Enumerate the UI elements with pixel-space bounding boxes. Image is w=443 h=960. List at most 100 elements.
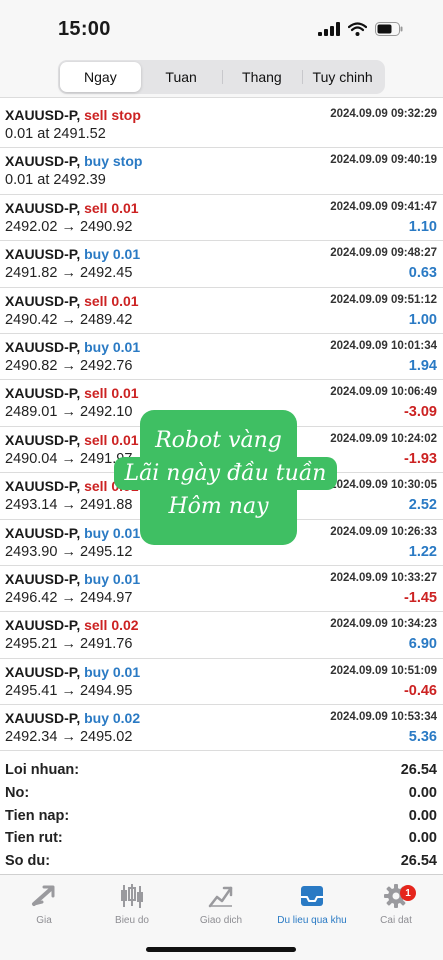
tab-history-label: Du lieu qua khu — [277, 915, 347, 926]
order-prices: 0.01 at 2492.39 — [5, 172, 106, 189]
symbol-name: XAUUSD-P, — [5, 199, 81, 216]
order-time: 2024.09.09 10:26:33 — [330, 525, 437, 538]
order-time: 2024.09.09 10:30:05 — [330, 479, 437, 492]
order-action: sell stop — [84, 107, 141, 123]
symbol-name: XAUUSD-P, — [5, 524, 81, 541]
summary-label: Loi nhuan: — [5, 762, 80, 778]
tab-week[interactable]: Tuan — [141, 62, 222, 92]
order-prices: 2492.34 → 2495.02 — [5, 729, 133, 746]
order-time: 2024.09.09 10:33:27 — [330, 571, 437, 584]
bottom-tab-bar: Gia Bieu do Giao dich Du lieu qua khu 1 … — [0, 874, 443, 960]
order-row[interactable]: XAUUSD-P, buy 0.01 2024.09.09 10:33:27 249… — [0, 566, 443, 613]
summary-value: 0.00 — [408, 807, 437, 824]
order-time: 2024.09.09 10:24:02 — [330, 432, 437, 445]
order-prices: 2490.42 → 2489.42 — [5, 311, 133, 328]
symbol-name: XAUUSD-P, — [5, 292, 81, 309]
order-profit: 2.52 — [408, 497, 437, 514]
summary-row: Loi nhuan: 26.54 — [0, 760, 443, 783]
status-icons — [318, 22, 403, 36]
clock: 15:00 — [58, 18, 111, 40]
order-action: sell 0.01 — [84, 199, 139, 216]
order-profit: 1.22 — [408, 543, 437, 560]
order-prices: 2493.14 → 2491.88 — [5, 497, 133, 514]
order-row[interactable]: XAUUSD-P, sell stop 2024.09.09 09:32:29 0.… — [0, 102, 443, 149]
symbol-name: XAUUSD-P, — [5, 107, 81, 123]
tab-custom[interactable]: Tuy chinh — [302, 62, 383, 92]
symbol-name: XAUUSD-P, — [5, 431, 81, 448]
tab-month[interactable]: Thang — [221, 62, 303, 92]
order-profit: -1.93 — [403, 450, 437, 467]
summary-value: 0.00 — [408, 784, 437, 801]
order-time: 2024.09.09 09:40:19 — [330, 154, 437, 167]
symbol-name: XAUUSD-P, — [5, 153, 81, 170]
home-indicator[interactable] — [146, 947, 296, 952]
order-profit: 1.94 — [408, 357, 437, 374]
tab-chart[interactable]: Bieu do — [92, 881, 172, 926]
order-prices: 2492.02 → 2490.92 — [5, 218, 133, 235]
order-time: 2024.09.09 10:51:09 — [330, 664, 437, 677]
order-profit: 6.90 — [408, 636, 437, 653]
order-prices: 2495.21 → 2491.76 — [5, 636, 133, 653]
order-time: 2024.09.09 09:32:29 — [330, 108, 437, 120]
tab-history[interactable]: Du lieu qua khu — [268, 881, 356, 926]
order-action: sell 0.01 — [84, 385, 139, 402]
tab-day[interactable]: Ngay — [60, 62, 141, 92]
summary-value: 0.00 — [408, 830, 437, 847]
order-prices: 0.01 at 2491.52 — [5, 126, 106, 142]
promo-line-3: Hôm nay — [168, 494, 269, 519]
tab-quotes-label: Gia — [36, 915, 52, 926]
tab-chart-label: Bieu do — [115, 915, 149, 926]
order-symbol: XAUUSD-P, buy 0.01 — [5, 571, 140, 587]
symbol-name: XAUUSD-P, — [5, 478, 81, 495]
summary-row: Tien nap: 0.00 — [0, 806, 443, 829]
order-symbol: XAUUSD-P, sell 0.01 — [5, 385, 139, 401]
order-symbol: XAUUSD-P, sell 0.01 — [5, 200, 139, 216]
inbox-history-icon — [301, 886, 323, 906]
wifi-icon — [348, 22, 367, 36]
summary-value: 26.54 — [400, 762, 437, 778]
order-time: 2024.09.09 09:51:12 — [330, 293, 437, 306]
order-row[interactable]: XAUUSD-P, buy 0.02 2024.09.09 10:53:34 249… — [0, 705, 443, 752]
order-symbol: XAUUSD-P, sell 0.01 — [5, 432, 139, 448]
order-symbol: XAUUSD-P, buy 0.01 — [5, 525, 140, 541]
tab-settings[interactable]: 1 Cai dat — [356, 881, 436, 926]
period-segmented-control: Ngay Tuan Thang Tuy chinh — [58, 60, 385, 94]
summary-row: Tien rut: 0.00 — [0, 828, 443, 851]
order-symbol: XAUUSD-P, sell stop — [5, 107, 141, 123]
symbol-name: XAUUSD-P, — [5, 246, 81, 263]
order-row[interactable]: XAUUSD-P, buy 0.01 2024.09.09 10:01:34 249… — [0, 334, 443, 381]
order-row[interactable]: XAUUSD-P, sell 0.02 2024.09.09 10:34:23 24… — [0, 612, 443, 659]
order-row[interactable]: XAUUSD-P, buy 0.01 2024.09.09 10:51:09 249… — [0, 659, 443, 706]
summary-label: Tien rut: — [5, 830, 63, 847]
order-profit: 5.36 — [408, 729, 437, 746]
promo-line-2: Lãi ngày đầu tuần — [114, 457, 337, 490]
summary-label: No: — [5, 784, 30, 801]
tab-trade[interactable]: Giao dich — [181, 881, 261, 926]
trade-chart-icon — [208, 886, 233, 908]
order-row[interactable]: XAUUSD-P, buy 0.01 2024.09.09 09:48:27 249… — [0, 241, 443, 288]
summary-row: So du: 26.54 — [0, 851, 443, 874]
settings-notification-badge: 1 — [400, 885, 416, 901]
tab-settings-label: Cai dat — [380, 915, 412, 926]
order-prices: 2496.42 → 2494.97 — [5, 589, 133, 606]
order-symbol: XAUUSD-P, buy stop — [5, 153, 142, 169]
trend-arrow-icon — [32, 885, 55, 906]
status-bar: 15:00 — [0, 0, 443, 58]
order-symbol: XAUUSD-P, buy 0.01 — [5, 339, 140, 355]
account-summary: Loi nhuan: 26.54 No: 0.00 Tien nap: 0.00 Tien … — [0, 760, 443, 874]
tab-quotes[interactable]: Gia — [4, 881, 84, 926]
order-action: sell 0.01 — [84, 292, 139, 309]
order-action: buy 0.02 — [84, 710, 141, 727]
order-prices: 2489.01 → 2492.10 — [5, 404, 133, 421]
battery-icon — [375, 22, 403, 36]
order-action: buy 0.01 — [84, 246, 141, 263]
promo-line-1: Robot vàng — [155, 428, 282, 453]
order-row[interactable]: XAUUSD-P, sell 0.01 2024.09.09 09:41:47 24… — [0, 195, 443, 242]
order-row[interactable]: XAUUSD-P, buy stop 2024.09.09 09:40:19 0.0… — [0, 148, 443, 195]
order-symbol: XAUUSD-P, sell 0.02 — [5, 617, 139, 633]
symbol-name: XAUUSD-P, — [5, 338, 81, 355]
order-profit: -3.09 — [403, 404, 437, 421]
symbol-name: XAUUSD-P, — [5, 617, 81, 634]
summary-label: So du: — [5, 853, 51, 870]
order-row[interactable]: XAUUSD-P, sell 0.01 2024.09.09 09:51:12 24… — [0, 288, 443, 334]
